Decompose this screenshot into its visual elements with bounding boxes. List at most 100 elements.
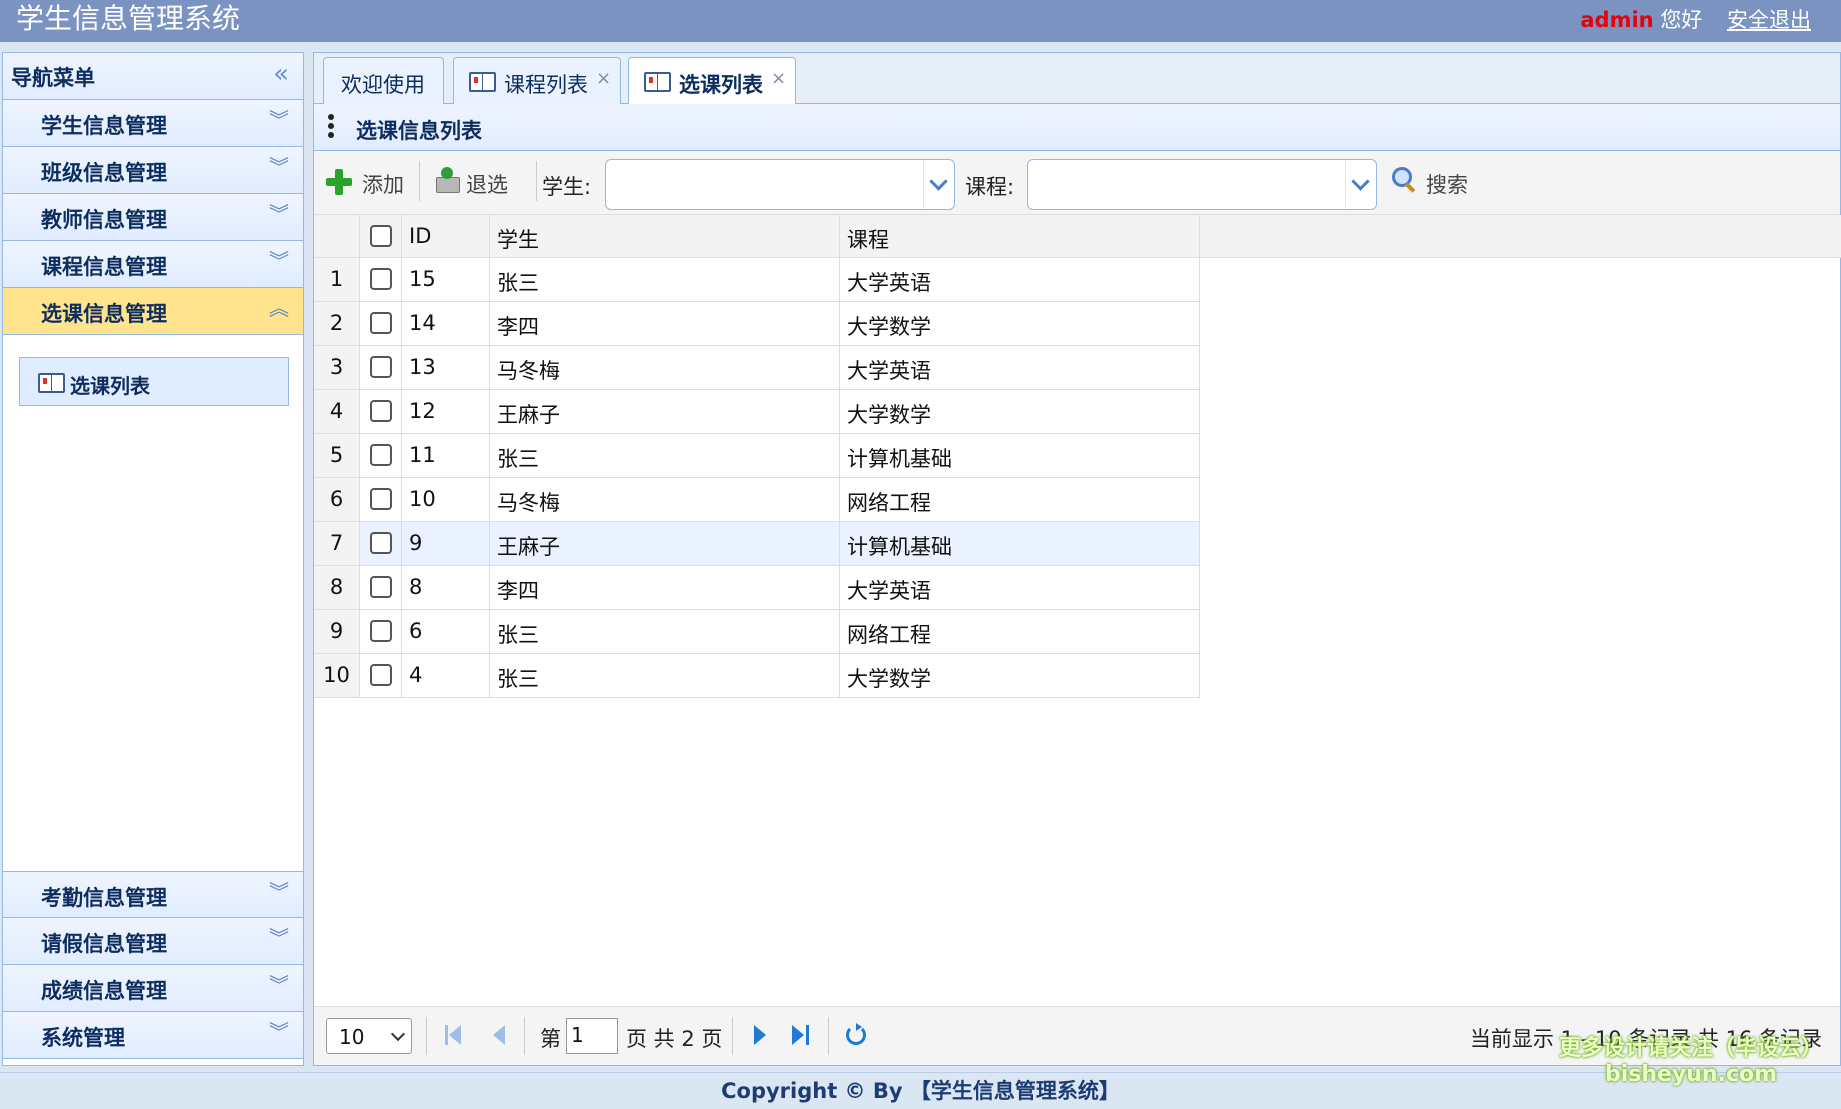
tab-welcome[interactable]: 欢迎使用 [323,57,444,104]
expand-down-icon: ︾ [269,108,289,132]
id-cell: 11 [402,434,490,477]
next-page-icon[interactable] [748,1022,772,1048]
book-icon [469,70,496,92]
row-checkbox[interactable] [370,444,392,466]
chevron-down-icon[interactable] [1345,160,1376,209]
course-cell: 大学英语 [840,346,1200,389]
row-checkbox[interactable] [370,576,392,598]
close-icon[interactable]: × [771,68,786,89]
menu-label: 系统管理 [41,1026,125,1050]
expand-down-icon: ︾ [269,880,289,904]
table-row[interactable]: 7 9 王麻子 计算机基础 [314,522,1200,566]
menu-teacher-info[interactable]: 教师信息管理 ︾ [3,194,303,241]
row-checkbox[interactable] [370,356,392,378]
chevron-down-icon[interactable] [923,160,954,209]
search-icon [1392,167,1418,193]
table-row[interactable]: 2 14 李四 大学数学 [314,302,1200,346]
header-rownum-cell [314,215,360,257]
course-combobox[interactable] [1027,159,1377,210]
row-checkbox[interactable] [370,488,392,510]
table-row[interactable]: 4 12 王麻子 大学数学 [314,390,1200,434]
table-row[interactable]: 3 13 马冬梅 大学英语 [314,346,1200,390]
menu-grade-info[interactable]: 成绩信息管理 ︾ [3,965,303,1012]
main-content: 欢迎使用 课程列表 × 选课列表 × 选课信息列表 添加 退选 学生: 课程: … [313,52,1841,1066]
prev-page-icon[interactable] [487,1022,511,1048]
table-row[interactable]: 1 15 张三 大学英语 [314,258,1200,302]
row-checkbox[interactable] [370,620,392,642]
toolbar: 添加 退选 学生: 课程: 搜索 [314,151,1840,215]
collapse-left-icon[interactable]: « [273,61,289,87]
student-value: 李四 [497,315,539,339]
student-cell: 马冬梅 [490,346,840,389]
page-size-value: 10 [339,1025,365,1049]
table-row[interactable]: 10 4 张三 大学数学 [314,654,1200,698]
current-page-input[interactable]: 1 [566,1018,618,1054]
page-prefix: 第 [540,1027,561,1051]
id-value: 10 [409,487,436,511]
row-number-cell: 4 [314,390,360,433]
last-page-icon[interactable] [788,1022,812,1048]
row-checkbox-cell [360,478,402,521]
course-filter-label: 课程: [965,175,1015,199]
row-number-cell: 7 [314,522,360,565]
collapse-up-icon: ︽ [269,296,289,320]
menu-system-management[interactable]: 系统管理 ︾ [3,1012,303,1059]
row-checkbox[interactable] [370,268,392,290]
add-button[interactable]: 添加 [326,161,416,199]
menu-class-info[interactable]: 班级信息管理 ︾ [3,147,303,194]
first-page-icon[interactable] [442,1022,466,1048]
id-value: 15 [409,267,436,291]
row-number: 7 [329,531,344,555]
logout-link[interactable]: 安全退出 [1727,8,1811,32]
row-checkbox[interactable] [370,532,392,554]
row-number-cell: 3 [314,346,360,389]
pagination-status: 当前显示 1 - 10 条记录 共 16 条记录 [1469,1027,1822,1051]
tab-course-list[interactable]: 课程列表 × [453,57,621,104]
course-cell: 网络工程 [840,478,1200,521]
expand-down-icon: ︾ [269,973,289,997]
tab-course-selection-list[interactable]: 选课列表 × [628,57,796,105]
column-header-student[interactable]: 学生 [490,215,840,257]
greeting-text: 您好 [1660,8,1703,32]
menu-label: 请假信息管理 [41,932,167,956]
id-value: 14 [409,311,436,335]
row-checkbox[interactable] [370,312,392,334]
withdraw-label: 退选 [466,173,508,197]
menu-label: 班级信息管理 [41,161,167,185]
nav-menu-header: 导航菜单 « [3,53,303,100]
student-combobox[interactable] [605,159,955,210]
row-number: 9 [329,619,344,643]
menu-leave-info[interactable]: 请假信息管理 ︾ [3,918,303,965]
id-cell: 15 [402,258,490,301]
menu-label: 考勤信息管理 [41,886,167,910]
table-row[interactable]: 8 8 李四 大学英语 [314,566,1200,610]
search-button[interactable]: 搜索 [1392,161,1482,199]
row-checkbox[interactable] [370,400,392,422]
add-icon [326,169,352,195]
row-checkbox-cell [360,258,402,301]
column-header-id[interactable]: ID [402,215,490,257]
id-value: 11 [409,443,436,467]
menu-course-info[interactable]: 课程信息管理 ︾ [3,241,303,288]
row-checkbox[interactable] [370,664,392,686]
column-header-course[interactable]: 课程 [840,215,1200,257]
student-cell: 李四 [490,566,840,609]
menu-attendance-info[interactable]: 考勤信息管理 ︾ [3,871,303,918]
page-size-select[interactable]: 10 [326,1018,412,1054]
column-header-label: 课程 [847,228,889,252]
menu-student-info[interactable]: 学生信息管理 ︾ [3,100,303,147]
id-cell: 14 [402,302,490,345]
select-all-checkbox[interactable] [370,225,392,247]
student-cell: 李四 [490,302,840,345]
menu-course-selection-info[interactable]: 选课信息管理 ︽ [3,288,303,335]
close-icon[interactable]: × [596,68,611,89]
table-row[interactable]: 6 10 马冬梅 网络工程 [314,478,1200,522]
submenu-course-selection-list[interactable]: 选课列表 [19,357,289,406]
course-value: 大学英语 [847,359,931,383]
table-row[interactable]: 5 11 张三 计算机基础 [314,434,1200,478]
row-number: 1 [329,267,344,291]
tab-bar: 欢迎使用 课程列表 × 选课列表 × [314,53,1840,105]
withdraw-button[interactable]: 退选 [434,161,524,199]
refresh-icon[interactable] [844,1022,868,1048]
table-row[interactable]: 9 6 张三 网络工程 [314,610,1200,654]
